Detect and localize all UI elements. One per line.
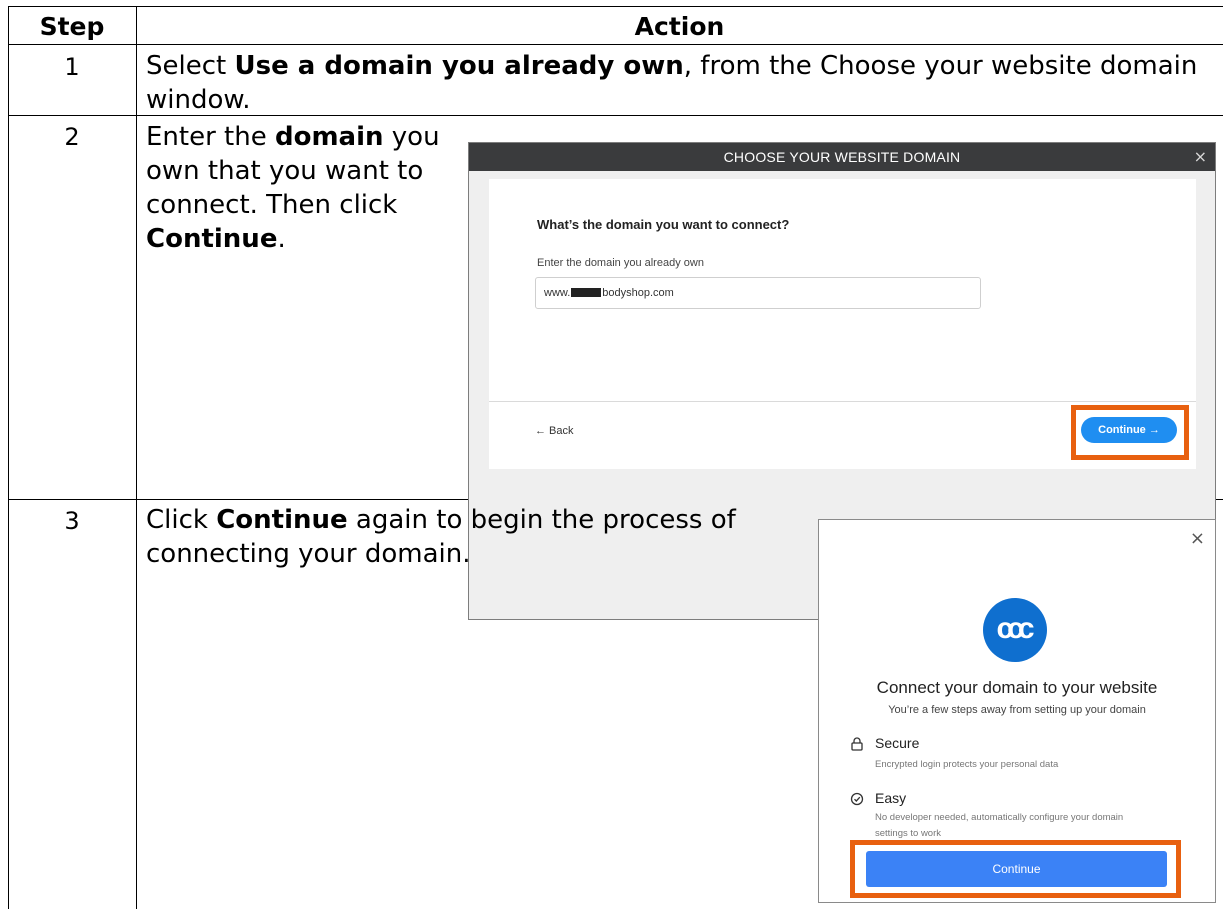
domain-question: What’s the domain you want to connect? xyxy=(537,217,790,232)
column-divider xyxy=(136,6,137,909)
domain-input-suffix: bodyshop.com xyxy=(602,287,674,299)
header-step: Step xyxy=(39,12,105,41)
dialog-title: CHOOSE YOUR WEBSITE DOMAIN xyxy=(469,143,1215,171)
redaction-mark xyxy=(571,288,602,297)
close-icon[interactable]: × xyxy=(1194,143,1207,171)
feature-secure-name: Secure xyxy=(875,735,920,751)
table-top-border xyxy=(8,6,1223,7)
feature-easy-name: Easy xyxy=(875,790,907,806)
connect-title: Connect your domain to your website xyxy=(876,678,1158,697)
lock-icon xyxy=(850,737,864,755)
back-button[interactable]: ← Back xyxy=(535,425,574,437)
step-1-text: Select Use a domain you already own, fro… xyxy=(146,51,1198,115)
continue-highlight xyxy=(850,840,1181,898)
domain-input[interactable]: www. bodyshop.com xyxy=(535,277,981,309)
step-3-text: Click Continue again to begin the proces… xyxy=(146,505,736,569)
connect-domain-screenshot: × ccc Connect your domain to your websit… xyxy=(818,519,1216,903)
close-icon[interactable]: × xyxy=(1190,530,1205,548)
feature-secure-desc: Encrypted login protects your personal d… xyxy=(875,759,1059,770)
feature-easy-desc: No developer needed, automatically confi… xyxy=(875,812,1124,839)
footer-divider xyxy=(489,401,1196,402)
step-number-3: 3 xyxy=(64,507,80,535)
header-divider xyxy=(8,44,1223,45)
step-2-text: Enter the domain you own that you want t… xyxy=(146,122,440,254)
continue-highlight xyxy=(1071,405,1189,460)
ccc-logo: ccc xyxy=(983,598,1047,662)
check-circle-icon xyxy=(850,792,864,810)
domain-field-label: Enter the domain you already own xyxy=(537,257,704,269)
connect-subtitle: You’re a few steps away from setting up … xyxy=(888,704,1146,716)
step-number-2: 2 xyxy=(64,123,80,151)
header-action: Action xyxy=(634,12,725,41)
step-number-1: 1 xyxy=(64,53,80,81)
domain-input-prefix: www. xyxy=(544,287,571,299)
